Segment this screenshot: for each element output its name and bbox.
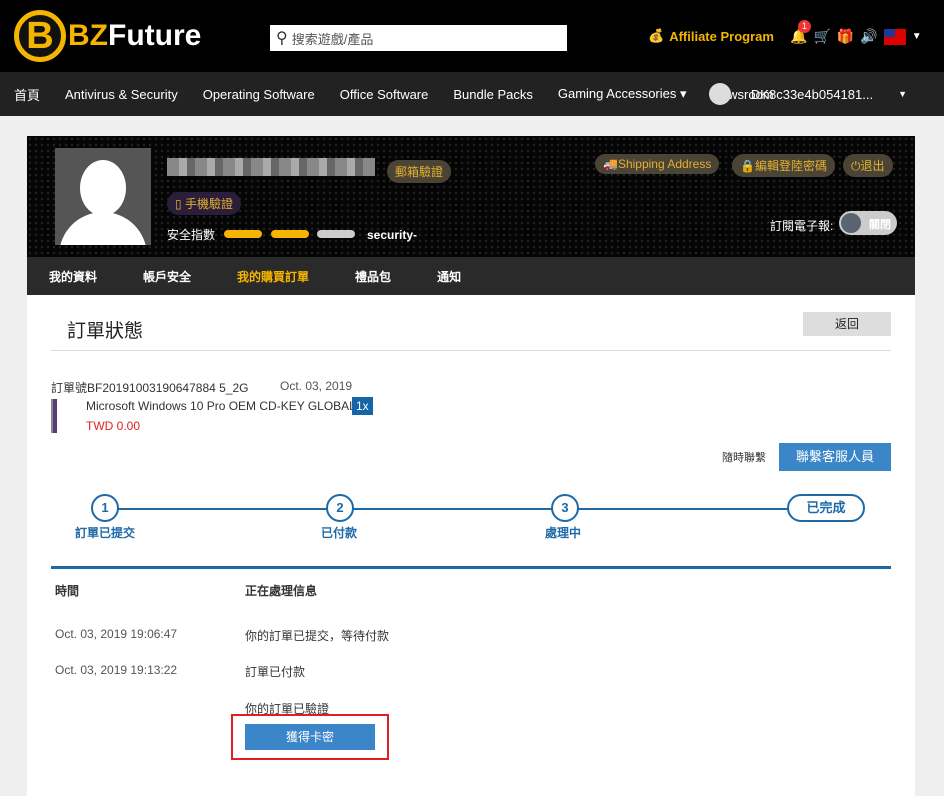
chevron-down-icon[interactable]: ▼ — [912, 31, 922, 42]
security-bar-3 — [317, 230, 355, 238]
nav-office-software[interactable]: Office Software — [340, 87, 429, 102]
log-time: Oct. 03, 2019 19:13:22 — [55, 663, 178, 677]
profile-avatar — [55, 148, 151, 245]
nav-bundle-packs[interactable]: Bundle Packs — [453, 87, 533, 102]
notification-badge: 1 — [798, 20, 811, 33]
quantity-badge: 1x — [352, 397, 373, 415]
top-bar: B BZ Future ⚲ 搜索遊戲/產品 💰 Affiliate Program 🔔… — [0, 0, 944, 72]
user-menu[interactable]: DK8c33e4b054181... ▼ — [708, 83, 918, 105]
log-info: 你的訂單已提交，等待付款 — [245, 629, 390, 643]
tab-gift-pack[interactable]: 禮品包 — [355, 268, 391, 285]
tab-orders[interactable]: 我的購買訂單 — [237, 268, 309, 285]
contact-label: 隨時聯繫 — [722, 452, 766, 464]
progress-line — [107, 508, 855, 510]
phone-verify-label: 手機驗證 — [184, 197, 233, 211]
security-bar-1 — [224, 230, 262, 238]
search-input[interactable]: ⚲ 搜索遊戲/產品 — [270, 25, 567, 51]
tab-profile[interactable]: 我的資料 — [49, 268, 97, 285]
edit-password-button[interactable]: 🔒編輯登陸密碼 — [732, 154, 835, 177]
col-info: 正在處理信息 — [245, 584, 318, 598]
blurred-username — [167, 158, 375, 176]
contact-support-button[interactable]: 聯繫客服人員 — [779, 443, 891, 471]
divider — [51, 350, 891, 351]
truck-icon: 🚚 — [603, 157, 618, 171]
log-divider — [51, 566, 891, 569]
username: DK8c33e4b054181... — [750, 86, 874, 102]
order-number: 訂單號BF20191003190647884 5_2G — [51, 381, 249, 395]
step-1-circle: 1 — [91, 494, 119, 522]
product-price: TWD 0.00 — [86, 419, 141, 433]
main-nav: 首頁 Antivirus & Security Operating Softwa… — [0, 72, 944, 116]
newsletter-toggle[interactable]: 關閉 — [839, 211, 897, 235]
logo-text: Future — [108, 19, 202, 52]
step-3-circle: 3 — [551, 494, 579, 522]
power-icon: ⏻ — [851, 159, 861, 173]
logo-text: BZ — [68, 19, 108, 52]
order-date: Oct. 03, 2019 — [280, 379, 353, 393]
security-bar-2 — [271, 230, 309, 238]
account-card: 郵箱驗證 ▯ 手機驗證 安全指數 security- 🚚Shipping Add… — [27, 136, 915, 796]
tab-notifications[interactable]: 通知 — [437, 268, 461, 285]
step-3-label: 處理中 — [545, 526, 582, 540]
col-time: 時間 — [55, 584, 80, 598]
nav-home[interactable]: 首頁 — [14, 85, 40, 104]
nav-antivirus[interactable]: Antivirus & Security — [65, 87, 178, 102]
log-info: 訂單已付款 — [245, 665, 306, 679]
get-key-button[interactable]: 獲得卡密 — [245, 724, 375, 750]
step-1-label: 訂單已提交 — [75, 526, 136, 540]
avatar — [708, 83, 731, 105]
shipping-address-button[interactable]: 🚚Shipping Address — [595, 154, 720, 174]
email-verify-button[interactable]: 郵箱驗證 — [387, 160, 452, 183]
step-2-label: 已付款 — [321, 526, 358, 540]
money-bag-icon: 💰 — [648, 28, 665, 43]
back-button[interactable]: 返回 — [803, 312, 891, 336]
profile-header: 郵箱驗證 ▯ 手機驗證 安全指數 security- 🚚Shipping Add… — [27, 136, 915, 257]
affiliate-link[interactable]: 💰 Affiliate Program — [648, 28, 774, 44]
cart-icon[interactable]: 🛒 — [813, 28, 830, 45]
search-placeholder: 搜索遊戲/產品 — [291, 31, 374, 47]
logout-button[interactable]: ⏻退出 — [843, 154, 893, 177]
nav-operating-software[interactable]: Operating Software — [203, 87, 315, 102]
edit-password-label: 編輯登陸密碼 — [754, 159, 827, 173]
logout-label: 退出 — [860, 159, 885, 173]
page-title: 訂單狀態 — [67, 321, 144, 342]
phone-verify-button[interactable]: ▯ 手機驗證 — [167, 192, 241, 215]
chevron-down-icon: ▼ — [898, 89, 907, 99]
search-icon: ⚲ — [276, 30, 288, 47]
toggle-state: 關閉 — [869, 219, 891, 231]
account-tabs: 我的資料 帳戶安全 我的購買訂單 禮品包 通知 — [27, 257, 915, 295]
logo-mark: B — [14, 10, 66, 62]
phone-icon: ▯ — [175, 197, 185, 211]
security-label: 安全指數 — [167, 228, 216, 242]
bell-icon[interactable]: 🔔 1 — [790, 20, 811, 45]
newsletter-label: 訂閱電子報: — [770, 219, 834, 233]
gift-icon[interactable]: 🎁 — [837, 28, 854, 45]
affiliate-label: Affiliate Program — [669, 28, 774, 44]
shipping-label: Shipping Address — [617, 157, 712, 171]
step-2-circle: 2 — [326, 494, 354, 522]
product-name[interactable]: Microsoft Windows 10 Pro OEM CD-KEY GLOB… — [86, 399, 356, 413]
product-thumbnail[interactable] — [51, 399, 57, 433]
flag-icon[interactable] — [883, 28, 906, 45]
logo[interactable]: B BZ Future — [14, 10, 201, 62]
lock-icon: 🔒 — [740, 159, 755, 173]
log-time: Oct. 03, 2019 19:06:47 — [55, 627, 178, 641]
nav-gaming-accessories[interactable]: Gaming Accessories ▾ — [558, 86, 687, 102]
step-completed: 已完成 — [787, 494, 865, 522]
security-text: security- — [367, 228, 418, 242]
speaker-icon[interactable]: 🔊 — [860, 28, 877, 45]
tab-security[interactable]: 帳戶安全 — [143, 268, 191, 285]
